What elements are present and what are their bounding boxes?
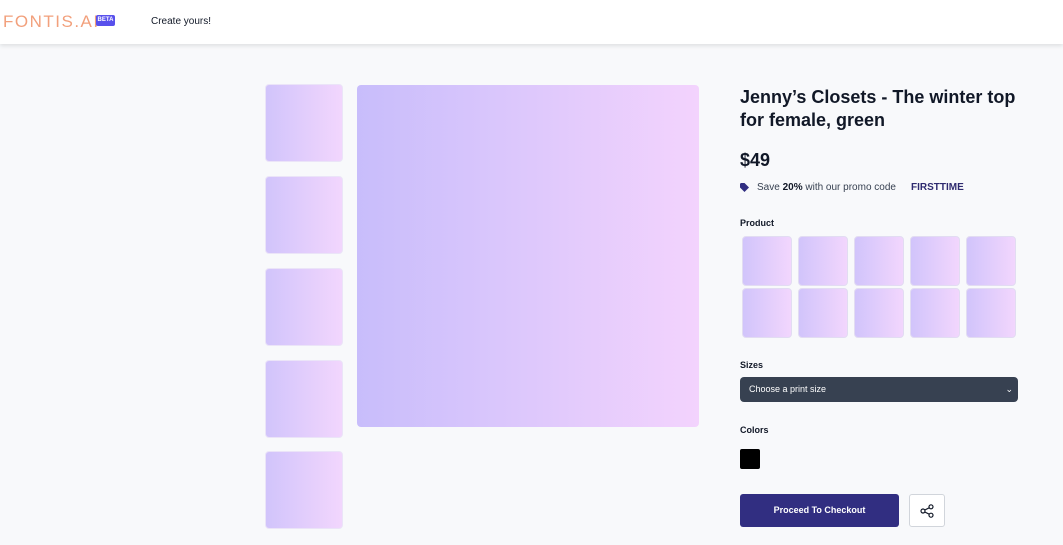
product-option[interactable] — [910, 288, 960, 338]
tag-icon — [740, 183, 749, 192]
gallery-thumbnail[interactable] — [265, 176, 343, 254]
promo-banner: Save 20% with our promo code FIRSTTIME — [740, 182, 964, 193]
promo-code: FIRSTTIME — [910, 182, 964, 193]
product-option[interactable] — [910, 236, 960, 286]
product-option[interactable] — [798, 288, 848, 338]
product-label: Product — [740, 218, 775, 228]
proceed-to-checkout-button[interactable]: Proceed To Checkout — [740, 494, 899, 527]
promo-percent: 20% — [782, 182, 803, 193]
gallery-thumbnail[interactable] — [265, 360, 343, 438]
color-swatch-black[interactable] — [740, 449, 760, 469]
share-icon — [920, 503, 934, 518]
product-option[interactable] — [966, 236, 1016, 286]
size-select[interactable]: Choose a print size ⌄ — [740, 377, 1018, 402]
logo[interactable]: FONTIS.AI — [3, 12, 100, 32]
promo-suffix: with our promo code — [805, 182, 896, 193]
product-option[interactable] — [742, 236, 792, 286]
product-option[interactable] — [798, 236, 848, 286]
product-option[interactable] — [966, 288, 1016, 338]
product-price: $49 — [740, 150, 771, 170]
top-bar: FONTIS.AI BETA Create yours! — [0, 0, 1063, 44]
sizes-label: Sizes — [740, 360, 764, 370]
product-option[interactable] — [854, 236, 904, 286]
gallery-thumbnail[interactable] — [265, 451, 343, 529]
product-option[interactable] — [854, 288, 904, 338]
gallery-thumbnail[interactable] — [265, 268, 343, 346]
create-yours-link[interactable]: Create yours! — [151, 16, 211, 27]
colors-label: Colors — [740, 425, 769, 435]
beta-badge: BETA — [96, 15, 115, 26]
product-title: Jenny’s Closets - The winter top for fem… — [740, 87, 1016, 130]
size-select-value: Choose a print size — [749, 384, 827, 394]
share-button[interactable] — [909, 494, 945, 527]
gallery-thumbnail[interactable] — [265, 84, 343, 162]
product-option[interactable] — [742, 288, 792, 338]
chevron-down-icon: ⌄ — [1005, 384, 1013, 394]
promo-prefix: Save — [757, 182, 780, 193]
main-product-image — [357, 85, 699, 427]
